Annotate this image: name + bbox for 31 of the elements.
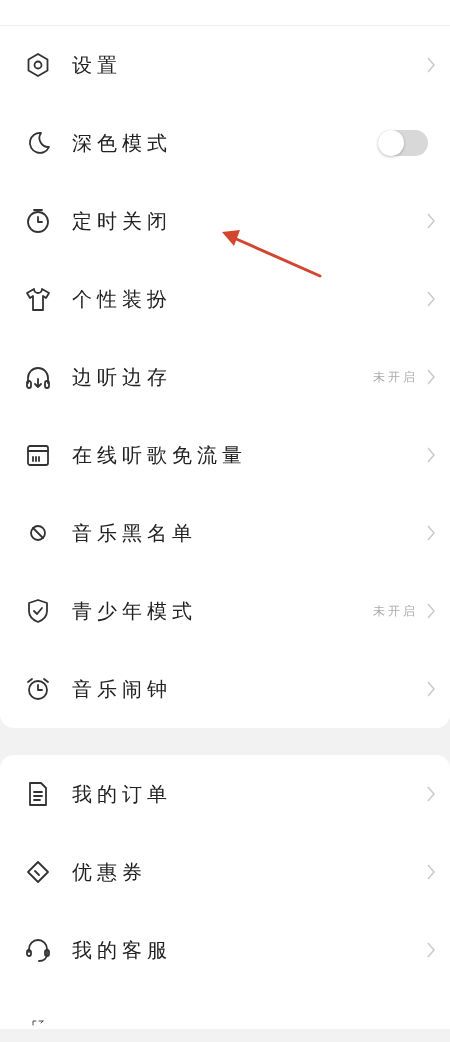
chevron-right-icon xyxy=(426,602,436,620)
t-shirt-icon xyxy=(24,285,52,313)
toggle-switch[interactable] xyxy=(378,130,428,156)
status-text: 未开启 xyxy=(373,602,418,620)
chevron-right-icon xyxy=(426,368,436,386)
chevron-right-icon xyxy=(426,785,436,803)
menu-item-label[interactable]: 定时关闭 xyxy=(72,207,426,235)
chevron-right-icon xyxy=(426,941,436,959)
timer-icon xyxy=(24,207,52,235)
menu-item-label[interactable]: 我的订单 xyxy=(72,780,426,808)
chevron-right-icon xyxy=(426,446,436,464)
menu-item-label[interactable]: 我的客服 xyxy=(72,936,426,964)
menu-item-label[interactable]: 设置 xyxy=(72,51,426,79)
chevron-right-icon xyxy=(426,290,436,308)
menu-item-label[interactable]: 个性装扮 xyxy=(72,285,426,313)
alarm-clock-icon xyxy=(24,675,52,703)
menu-item-label[interactable]: 音乐闹钟 xyxy=(72,675,426,703)
chevron-right-icon xyxy=(426,524,436,542)
menu-item-label[interactable]: 音乐黑名单 xyxy=(72,519,426,547)
chevron-right-icon xyxy=(426,680,436,698)
status-text: 未开启 xyxy=(373,368,418,386)
menu-item-label[interactable]: 边听边存 xyxy=(72,363,373,391)
chevron-right-icon xyxy=(426,212,436,230)
coupon-icon xyxy=(24,858,52,886)
menu-item-label[interactable]: 青少年模式 xyxy=(72,597,373,625)
menu-item-label[interactable]: 优惠券 xyxy=(72,858,426,886)
menu-item-label[interactable]: 在线听歌免流量 xyxy=(72,441,426,469)
headset-icon xyxy=(24,936,52,964)
chevron-right-icon xyxy=(426,863,436,881)
chevron-right-icon xyxy=(426,56,436,74)
menu-item-label[interactable]: 深色模式 xyxy=(72,129,378,157)
